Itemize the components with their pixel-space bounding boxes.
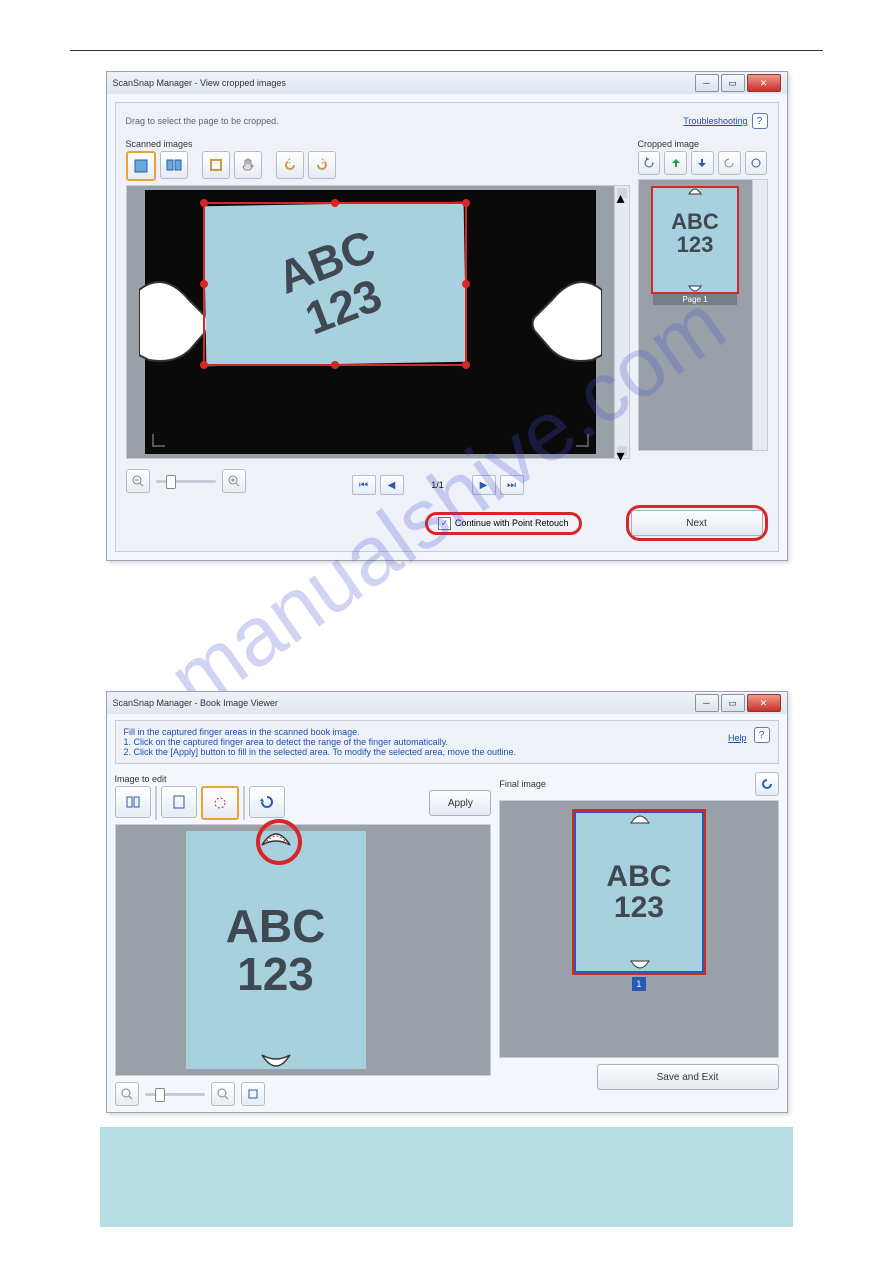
zoom-in-icon[interactable]	[211, 1082, 235, 1106]
book-mode-icon[interactable]	[115, 786, 151, 818]
zoom-out-icon[interactable]	[115, 1082, 139, 1106]
viewer-scrollbar[interactable]: ▴ ▾	[615, 185, 630, 459]
minimize-button[interactable]: ─	[695, 694, 719, 712]
refresh-icon[interactable]	[745, 151, 768, 175]
continue-point-retouch-label: Continue with Point Retouch	[455, 518, 569, 528]
continue-point-retouch-checkbox[interactable]: ✓	[438, 517, 451, 530]
thumb-caption: Page 1	[653, 294, 737, 305]
next-button[interactable]: Next	[631, 510, 763, 536]
page-mode-icon[interactable]	[161, 786, 197, 818]
maximize-button[interactable]: ▭	[721, 694, 745, 712]
troubleshooting-link[interactable]: Troubleshooting	[683, 116, 747, 126]
window1-titlebar: ScanSnap Manager - View cropped images ─…	[107, 72, 787, 94]
image-to-edit-label: Image to edit	[115, 774, 492, 784]
undo-fill-icon[interactable]	[249, 786, 285, 818]
move-up-icon[interactable]	[664, 151, 687, 175]
move-down-icon[interactable]	[691, 151, 714, 175]
crop-instruction: Drag to select the page to be cropped.	[126, 116, 279, 126]
help-link[interactable]: Help	[728, 733, 747, 743]
next-button-callout: Next	[626, 505, 768, 541]
scanned-images-label: Scanned images	[126, 139, 630, 149]
scanned-image-viewer[interactable]: ABC 123	[126, 185, 615, 459]
help-icon[interactable]: ?	[752, 113, 768, 129]
edit-viewer[interactable]: ABC 123	[115, 824, 492, 1076]
rotate-thumb-left-icon[interactable]	[718, 151, 741, 175]
help-icon[interactable]: ?	[754, 727, 770, 743]
maximize-button[interactable]: ▭	[721, 74, 745, 92]
window1-title: ScanSnap Manager - View cropped images	[113, 78, 286, 88]
crop-tool-icon[interactable]	[202, 151, 230, 179]
first-page-button[interactable]: ⏮	[352, 475, 376, 495]
thumb-scrollbar[interactable]	[753, 179, 768, 451]
close-button[interactable]: ✕	[747, 74, 781, 92]
last-page-button[interactable]: ⏭	[500, 475, 524, 495]
prev-page-button[interactable]: ◀	[380, 475, 404, 495]
close-button[interactable]: ✕	[747, 694, 781, 712]
page-indicator: 1/1	[408, 480, 468, 490]
hint-box	[100, 1127, 793, 1227]
final-image-label: Final image	[499, 779, 546, 789]
next-page-button[interactable]: ▶	[472, 475, 496, 495]
scanned-toolbar	[126, 151, 630, 181]
undo-icon[interactable]	[638, 151, 661, 175]
finger-callout-circle	[256, 819, 302, 865]
final-thumb-number: 1	[632, 977, 646, 991]
zoom-slider-2[interactable]	[115, 1082, 265, 1106]
cropped-thumbnail[interactable]: ABC 123	[651, 186, 739, 294]
zoom-slider[interactable]	[126, 469, 246, 493]
cropped-image-label: Cropped image	[638, 139, 768, 149]
reset-final-icon[interactable]	[755, 772, 779, 796]
hand-tool-icon[interactable]	[234, 151, 262, 179]
view-single-icon[interactable]	[126, 151, 156, 181]
fit-icon[interactable]	[241, 1082, 265, 1106]
fill-instructions: Fill in the captured finger areas in the…	[115, 720, 779, 764]
view-double-icon[interactable]	[160, 151, 188, 179]
zoom-in-icon[interactable]	[222, 469, 246, 493]
final-viewer[interactable]: ABC 123 1	[499, 800, 778, 1058]
save-and-exit-button[interactable]: Save and Exit	[597, 1064, 779, 1090]
apply-button[interactable]: Apply	[429, 790, 491, 816]
rotate-left-icon[interactable]	[276, 151, 304, 179]
rotate-right-icon[interactable]	[308, 151, 336, 179]
zoom-out-icon[interactable]	[126, 469, 150, 493]
fill-finger-tool-icon[interactable]	[201, 786, 239, 820]
window2-titlebar: ScanSnap Manager - Book Image Viewer ─ ▭…	[107, 692, 787, 714]
window2-title: ScanSnap Manager - Book Image Viewer	[113, 698, 278, 708]
minimize-button[interactable]: ─	[695, 74, 719, 92]
continue-point-retouch-callout: ✓ Continue with Point Retouch	[425, 512, 582, 535]
